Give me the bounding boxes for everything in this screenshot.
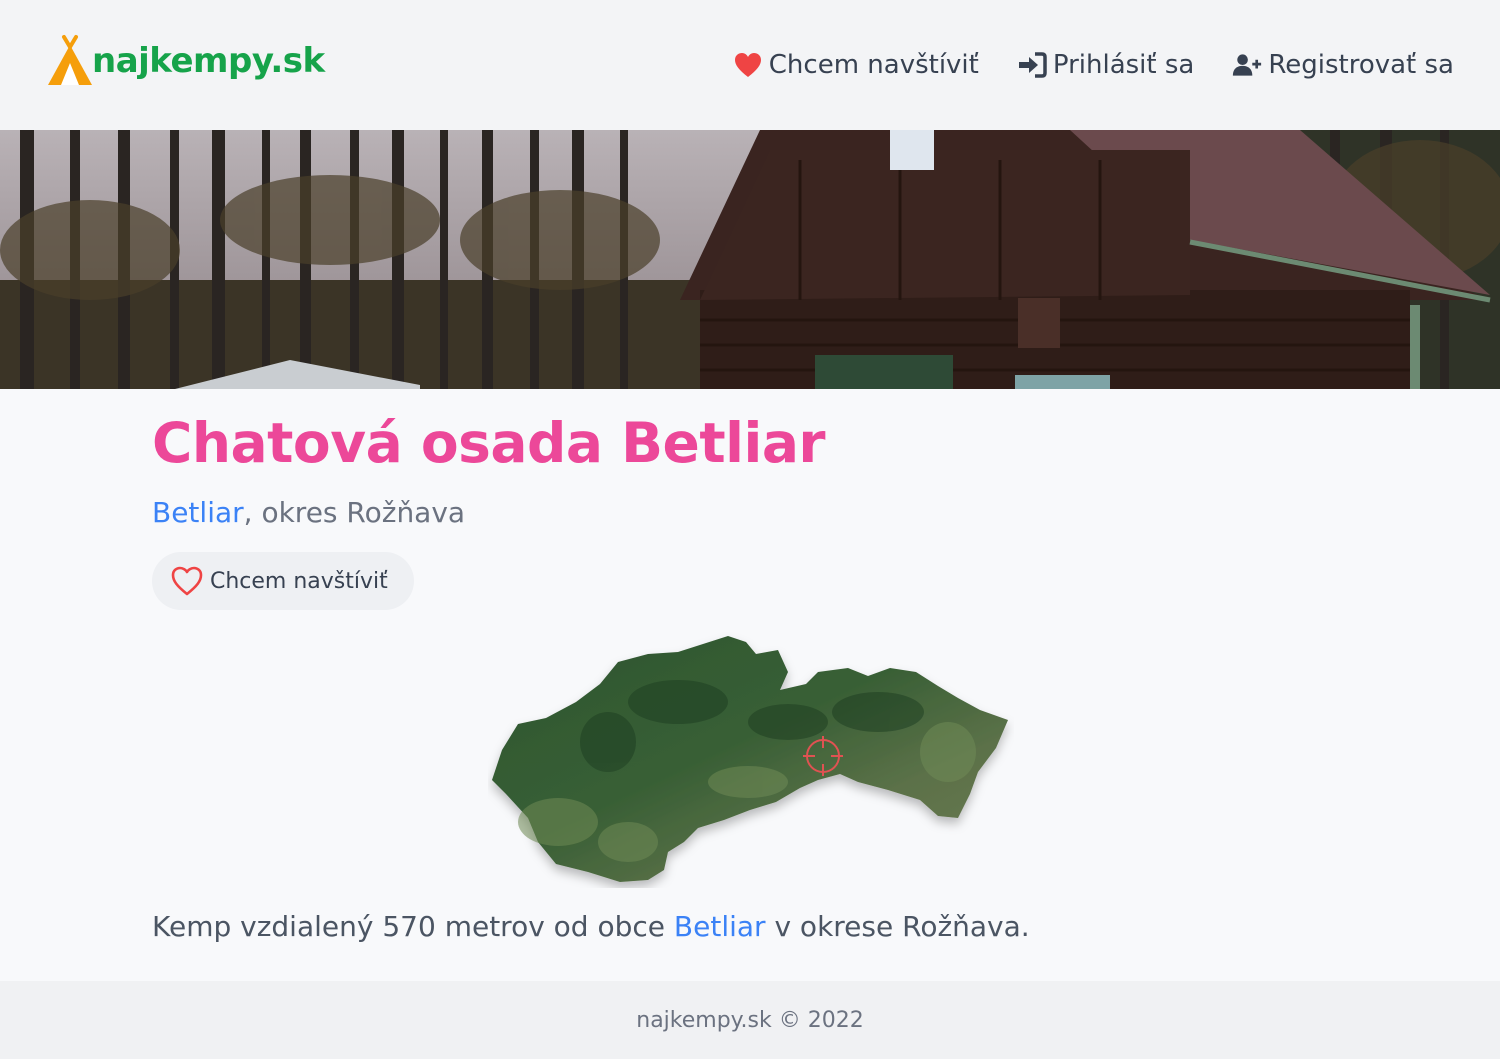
district-text: , okres Rožňava — [243, 496, 466, 529]
heart-icon — [734, 53, 761, 77]
hero-image — [0, 130, 1500, 389]
sign-in-icon — [1018, 52, 1047, 78]
nav-register[interactable]: Registrovať sa — [1232, 50, 1454, 80]
site-logo[interactable]: najkempy.sk — [44, 30, 344, 92]
description-suffix: v okrese Rožňava. — [765, 910, 1030, 943]
description-prefix: Kemp vzdialený 570 metrov od obce — [152, 910, 674, 943]
page-title: Chatová osada Betliar — [152, 411, 826, 475]
site-footer: najkempy.sk © 2022 — [0, 981, 1500, 1059]
description-village-link[interactable]: Betliar — [674, 910, 766, 943]
main-nav: Chcem navštíviť Prihlásiť sa Registrovať… — [733, 40, 1454, 90]
nav-login[interactable]: Prihlásiť sa — [1017, 50, 1194, 80]
nav-login-label: Prihlásiť sa — [1052, 50, 1195, 80]
wishlist-button[interactable]: Chcem navštíviť — [152, 552, 414, 610]
logo-text: najkempy.sk — [92, 41, 325, 81]
user-plus-icon — [1233, 54, 1262, 76]
heart-outline-icon — [171, 566, 203, 596]
tent-icon — [48, 35, 92, 85]
wishlist-button-label: Chcem navštíviť — [210, 568, 388, 594]
nav-register-label: Registrovať sa — [1268, 50, 1454, 80]
footer-copyright: najkempy.sk © 2022 — [636, 1007, 864, 1033]
site-header: najkempy.sk Chcem navštíviť Prihlásiť sa… — [0, 0, 1500, 130]
camp-location: Betliar, okres Rožňava — [152, 496, 465, 529]
camp-description: Kemp vzdialený 570 metrov od obce Betlia… — [152, 910, 1030, 943]
location-map — [488, 632, 1014, 888]
nav-wishlist-label: Chcem navštíviť — [768, 50, 979, 80]
village-link[interactable]: Betliar — [152, 496, 244, 529]
nav-wishlist[interactable]: Chcem navštíviť — [733, 50, 979, 80]
